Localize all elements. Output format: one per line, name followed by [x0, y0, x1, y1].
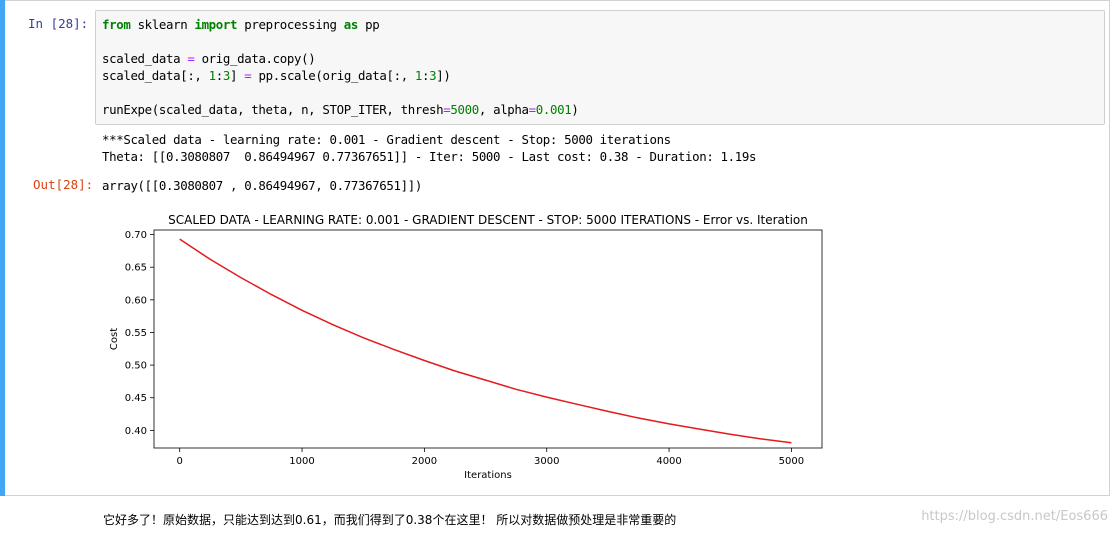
code-token: runExpe(scaled_data, theta, n, STOP_ITER…: [102, 102, 444, 117]
code-token: 0.001: [535, 102, 572, 117]
code-token: =: [528, 102, 536, 117]
series-line-0: [179, 238, 792, 444]
code-token: sklearn: [130, 17, 195, 32]
code-token: ]: [230, 68, 245, 83]
code-token: , alpha: [478, 102, 529, 117]
watermark: https://blog.csdn.net/Eos666: [921, 509, 1108, 524]
y-tick-label: 0.65: [125, 263, 147, 274]
stdout-line: ***Scaled data - learning rate: 0.001 - …: [102, 132, 671, 147]
code-token: 3: [222, 68, 231, 83]
code-token: orig_data.copy(): [194, 51, 316, 66]
cell-selection-bar: [0, 0, 5, 496]
execute-result: array([[0.3080807 , 0.86494967, 0.773676…: [102, 178, 422, 193]
x-tick-label: 2000: [412, 456, 437, 467]
code-token: :: [215, 68, 223, 83]
caption-text: 它好多了！原始数据，只能达到达到0.61，而我们得到了0.38个在这里！ 所以对…: [103, 513, 677, 527]
code-token: import: [194, 17, 238, 32]
y-tick-label: 0.50: [125, 361, 147, 372]
cost-chart: SCALED DATA - LEARNING RATE: 0.001 - GRA…: [109, 213, 823, 481]
code-line: from sklearn import preprocessing as pp: [102, 16, 578, 33]
code-token: from: [102, 17, 131, 32]
code-token: ]): [436, 68, 451, 83]
input-prompt: In [28]:: [28, 16, 89, 31]
code-token: 1: [208, 68, 216, 83]
x-tick-label: 5000: [779, 456, 804, 467]
y-tick-label: 0.40: [125, 426, 147, 437]
code-token: scaled_data[:,: [102, 68, 209, 83]
code-token: pp.scale(orig_data[:,: [251, 68, 415, 83]
code-editor[interactable]: from sklearn import preprocessing as pp …: [102, 16, 579, 118]
y-tick-label: 0.70: [125, 230, 147, 241]
code-input-area[interactable]: from sklearn import preprocessing as pp …: [95, 10, 1105, 125]
code-token: ): [571, 102, 579, 117]
code-token: preprocessing: [237, 17, 344, 32]
x-tick-label: 1000: [289, 456, 314, 467]
code-token: scaled_data: [102, 51, 188, 66]
code-token: 1: [414, 68, 423, 83]
x-tick-label: 0: [177, 456, 183, 467]
x-axis-label: Iterations: [464, 470, 512, 481]
plot-frame: [153, 229, 823, 449]
y-tick-label: 0.60: [125, 295, 147, 306]
x-tick-label: 4000: [656, 456, 681, 467]
code-line: scaled_data[:, 1:3] = pp.scale(orig_data…: [102, 67, 578, 84]
y-tick-label: 0.55: [125, 328, 147, 339]
code-line: scaled_data = orig_data.copy(): [102, 50, 578, 67]
code-token: 5000: [450, 102, 479, 117]
code-line: runExpe(scaled_data, theta, n, STOP_ITER…: [102, 101, 579, 118]
output-prompt: Out[28]:: [33, 177, 94, 192]
chart-title: SCALED DATA - LEARNING RATE: 0.001 - GRA…: [168, 213, 808, 227]
x-tick-label: 3000: [534, 456, 559, 467]
code-token: as: [343, 17, 359, 32]
code-token: pp: [358, 17, 380, 32]
y-axis-label: Cost: [109, 328, 120, 350]
stdout-output: ***Scaled data - learning rate: 0.001 - …: [102, 131, 756, 165]
stdout-line: Theta: [[0.3080807 0.86494967 0.77367651…: [102, 149, 757, 164]
y-tick-label: 0.45: [125, 393, 147, 404]
